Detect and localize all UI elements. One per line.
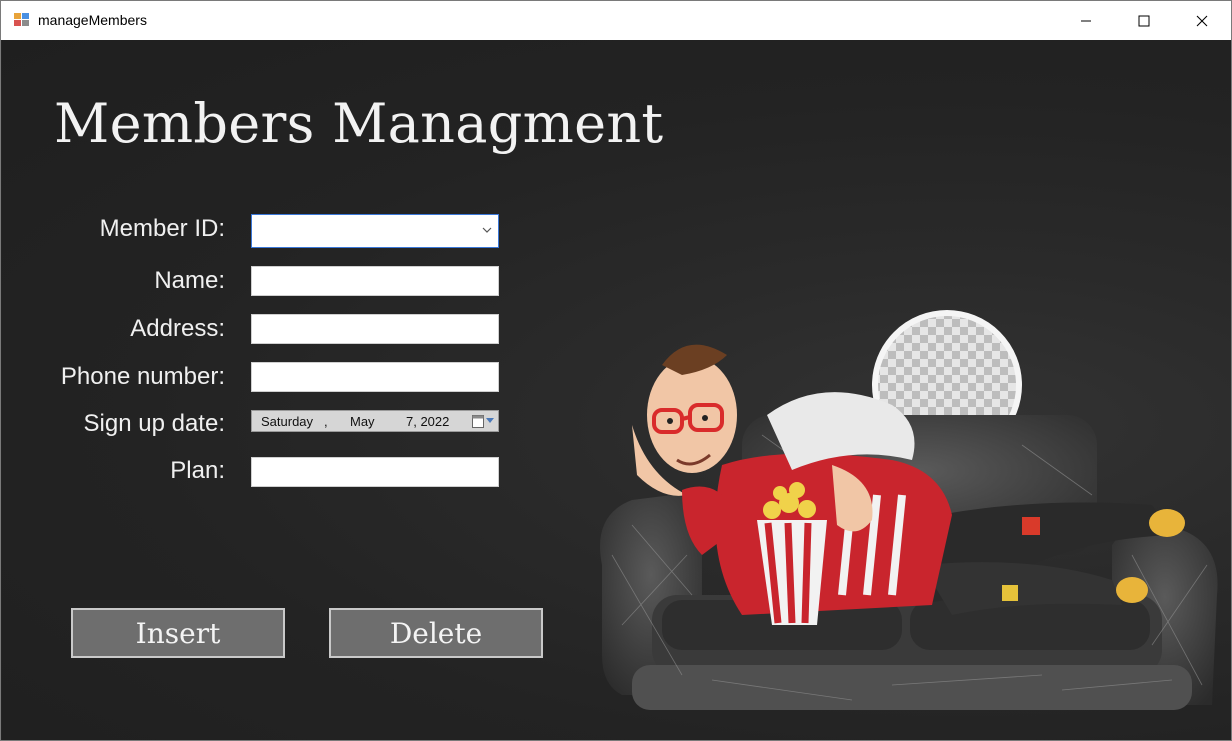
- minimize-icon: [1081, 20, 1091, 21]
- plan-input[interactable]: [251, 457, 499, 487]
- signup-date-picker[interactable]: Saturday , May 7, 2022: [251, 410, 499, 432]
- minimize-button[interactable]: [1057, 1, 1115, 40]
- phone-number-label: Phone number:: [60, 363, 225, 390]
- signup-date-label: Sign up date:: [83, 410, 225, 437]
- member-id-label: Member ID:: [99, 215, 225, 242]
- date-separator: ,: [324, 414, 328, 429]
- date-day-year: 7, 2022: [406, 414, 450, 429]
- name-input[interactable]: [251, 266, 499, 296]
- app-icon: [14, 12, 30, 28]
- address-label: Address:: [130, 315, 225, 342]
- close-button[interactable]: [1173, 1, 1231, 40]
- member-id-combobox[interactable]: [251, 214, 499, 248]
- calendar-dropdown-button[interactable]: [472, 414, 494, 428]
- chevron-down-icon[interactable]: [480, 223, 494, 237]
- dropdown-arrow-icon: [486, 418, 494, 423]
- cartoon-man-on-sofa-illustration: [600, 310, 1218, 710]
- maximize-icon: [1138, 15, 1150, 26]
- delete-button[interactable]: Delete: [329, 608, 543, 658]
- close-icon: [1196, 15, 1208, 26]
- calendar-icon: [472, 415, 484, 428]
- date-month: May: [350, 414, 375, 429]
- address-input[interactable]: [251, 314, 499, 344]
- page-title: Members Managment: [54, 92, 664, 155]
- date-weekday: Saturday: [261, 414, 314, 429]
- title-bar: manageMembers: [1, 1, 1231, 40]
- name-label: Name:: [154, 267, 225, 294]
- window-title: manageMembers: [38, 12, 147, 28]
- maximize-button[interactable]: [1115, 1, 1173, 40]
- manage-members-window: manageMembers Members Managment Member I…: [0, 0, 1232, 741]
- phone-number-input[interactable]: [251, 362, 499, 392]
- plan-label: Plan:: [170, 457, 225, 484]
- client-area: Members Managment Member ID: Name: Addre…: [2, 40, 1231, 740]
- insert-button[interactable]: Insert: [71, 608, 285, 658]
